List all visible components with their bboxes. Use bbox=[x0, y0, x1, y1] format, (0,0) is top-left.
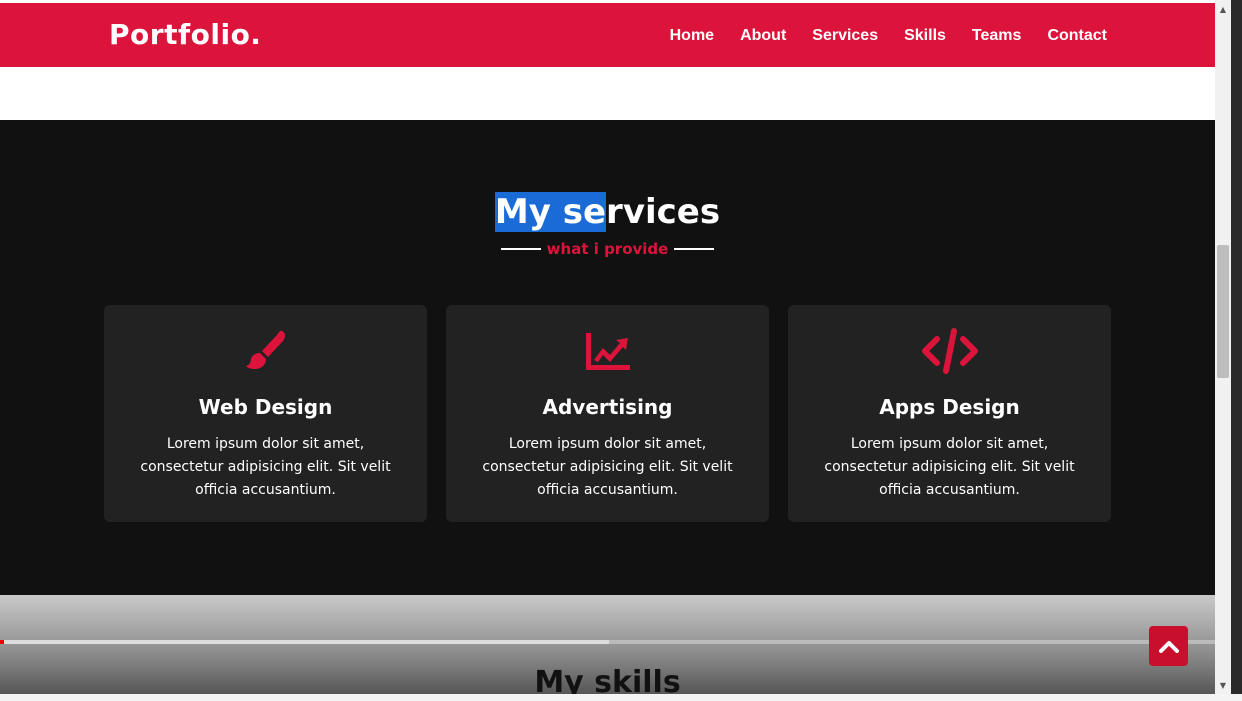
skills-section: My skills bbox=[0, 595, 1215, 694]
service-card-apps-design: Apps Design Lorem ipsum dolor sit amet, … bbox=[788, 305, 1111, 522]
video-progress-fill bbox=[0, 640, 609, 644]
section-title: My services bbox=[0, 192, 1215, 232]
bottom-strip bbox=[0, 694, 1242, 701]
service-cards: Web Design Lorem ipsum dolor sit amet, c… bbox=[104, 305, 1111, 522]
selected-text: My se bbox=[494, 192, 607, 232]
navbar: Portfolio. Home About Services Skills Te… bbox=[0, 3, 1215, 67]
card-text: Lorem ipsum dolor sit amet, consectetur … bbox=[140, 436, 391, 498]
service-card-web-design: Web Design Lorem ipsum dolor sit amet, c… bbox=[104, 305, 427, 522]
window-edge bbox=[1231, 0, 1242, 701]
card-title: Web Design bbox=[198, 395, 333, 419]
title-rest: rvices bbox=[606, 192, 721, 232]
scroll-to-top-button[interactable] bbox=[1149, 626, 1188, 666]
card-title: Advertising bbox=[542, 395, 673, 419]
scrollbar-thumb[interactable] bbox=[1217, 245, 1229, 378]
chevron-up-icon bbox=[1158, 641, 1179, 653]
service-card-advertising: Advertising Lorem ipsum dolor sit amet, … bbox=[446, 305, 769, 522]
nav-item-about[interactable]: About bbox=[740, 27, 786, 45]
divider-left bbox=[500, 248, 541, 250]
skills-title: My skills bbox=[534, 665, 681, 694]
divider-right bbox=[674, 248, 715, 250]
spacer bbox=[0, 67, 1215, 120]
scroll-down-arrow-icon[interactable]: ▼ bbox=[1215, 676, 1231, 694]
video-progress-marker bbox=[0, 640, 4, 644]
code-icon bbox=[788, 327, 1111, 375]
chart-line-icon bbox=[446, 327, 769, 375]
page: Portfolio. Home About Services Skills Te… bbox=[0, 0, 1215, 694]
nav-item-home[interactable]: Home bbox=[670, 27, 714, 45]
section-subtitle: what i provide bbox=[0, 240, 1215, 258]
scroll-up-arrow-icon[interactable]: ▲ bbox=[1215, 0, 1231, 18]
nav-item-contact[interactable]: Contact bbox=[1047, 27, 1107, 45]
nav-item-services[interactable]: Services bbox=[812, 27, 878, 45]
logo[interactable]: Portfolio. bbox=[109, 18, 261, 51]
nav-item-teams[interactable]: Teams bbox=[972, 27, 1022, 45]
card-text: Lorem ipsum dolor sit amet, consectetur … bbox=[824, 436, 1075, 498]
card-title: Apps Design bbox=[879, 395, 1020, 419]
services-section: My services what i provide Web Design Lo… bbox=[0, 120, 1215, 595]
paint-brush-icon bbox=[104, 327, 427, 375]
subtitle-text: what i provide bbox=[546, 240, 669, 258]
card-text: Lorem ipsum dolor sit amet, consectetur … bbox=[482, 436, 733, 498]
nav-menu: Home About Services Skills Teams Contact bbox=[644, 27, 1107, 45]
nav-item-skills[interactable]: Skills bbox=[904, 27, 946, 45]
